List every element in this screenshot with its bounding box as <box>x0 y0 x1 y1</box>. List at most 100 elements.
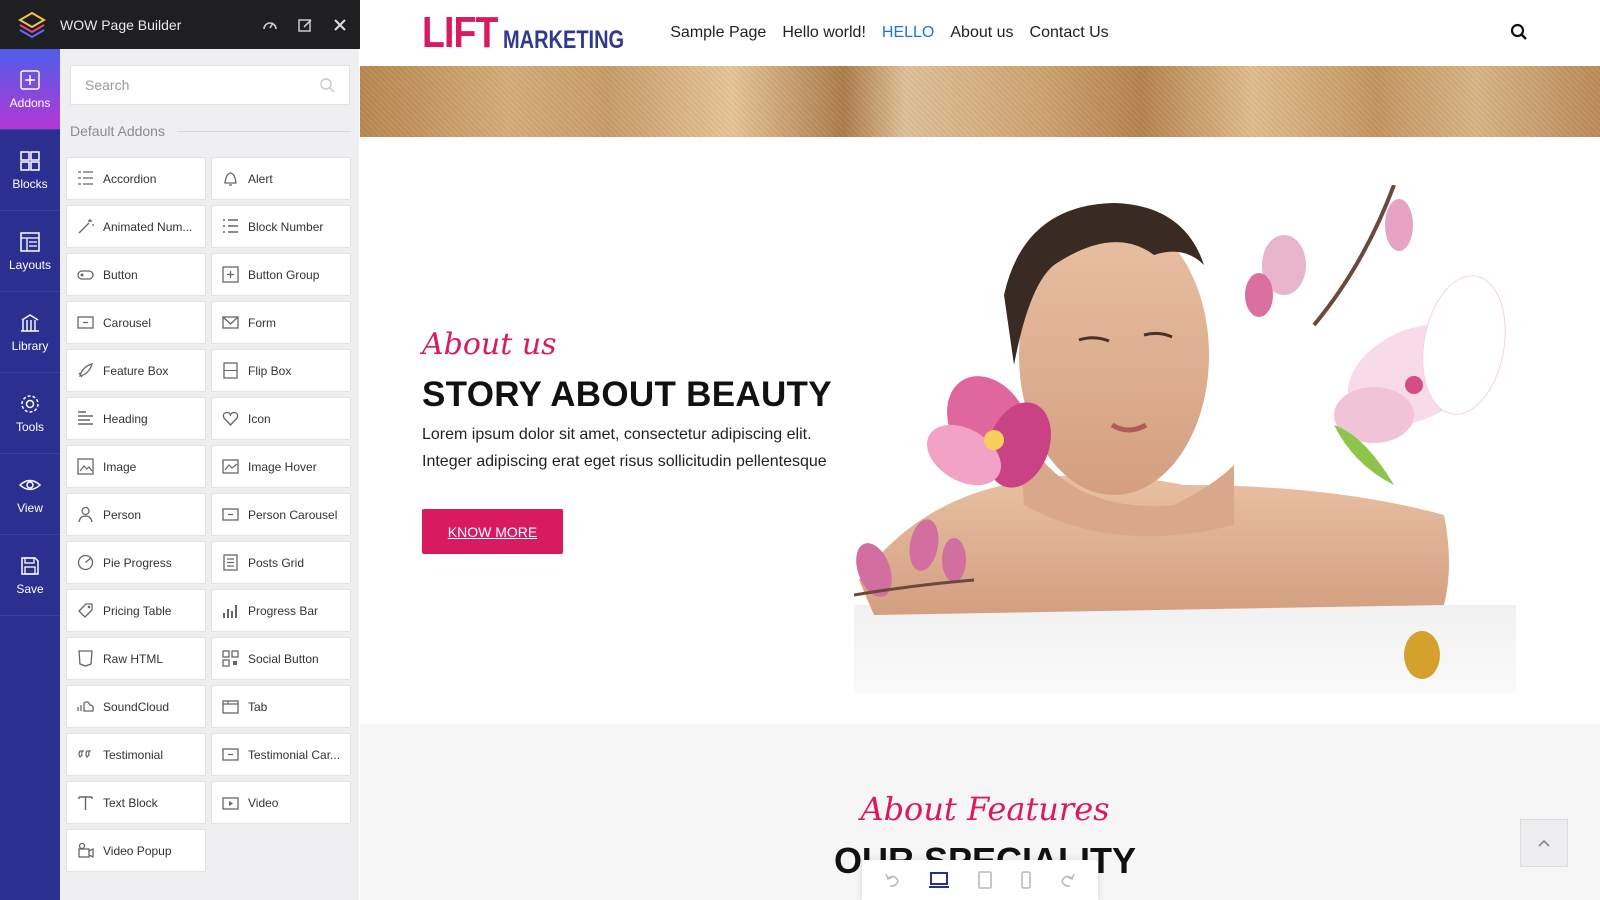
features-section: About Features OUR SPECIALITY <box>360 724 1600 900</box>
rail-tools[interactable]: Tools <box>0 373 60 454</box>
section-header: Default Addons <box>70 123 359 139</box>
rail-label: Save <box>16 581 44 596</box>
addon-raw-html[interactable]: Raw HTML <box>66 637 206 680</box>
tab-icon <box>221 697 240 716</box>
soundcloud-icon <box>76 697 95 716</box>
addon-label: Button Group <box>248 267 320 282</box>
image-hover-icon <box>221 457 240 476</box>
addon-pie-progress[interactable]: Pie Progress <box>66 541 206 584</box>
tablet-view-icon[interactable] <box>977 871 993 894</box>
rail-save[interactable]: Save <box>0 535 60 616</box>
addon-testimonial-car[interactable]: Testimonial Car... <box>211 733 351 776</box>
menu-item-about-us[interactable]: About us <box>950 24 1013 42</box>
qr-icon <box>221 649 240 668</box>
pie-icon <box>76 553 95 572</box>
rail-label: Blocks <box>12 176 48 191</box>
bars-icon <box>221 601 240 620</box>
addon-feature-box[interactable]: Feature Box <box>66 349 206 392</box>
search-input[interactable]: Search <box>70 65 350 105</box>
html5-icon <box>76 649 95 668</box>
addon-label: Form <box>248 315 276 330</box>
addon-progress-bar[interactable]: Progress Bar <box>211 589 351 632</box>
rail-layouts[interactable]: Layouts <box>0 211 60 292</box>
addon-testimonial[interactable]: Testimonial <box>66 733 206 776</box>
addon-label: Pie Progress <box>103 555 172 570</box>
rail-label: Library <box>11 338 49 353</box>
layouts-icon <box>20 231 40 252</box>
menu-item-contact-us[interactable]: Contact Us <box>1030 24 1109 42</box>
addons-grid: Accordion Alert Animated Num... Block Numbe… <box>66 157 359 872</box>
addon-label: Tab <box>248 699 268 714</box>
document-icon <box>221 553 240 572</box>
rail-label: Addons <box>9 95 51 110</box>
about-heading: STORY ABOUT BEAUTY <box>422 375 832 414</box>
redo-icon[interactable] <box>1059 871 1077 894</box>
addon-image-hover[interactable]: Image Hover <box>211 445 351 488</box>
know-more-button[interactable]: KNOW MORE <box>422 509 563 554</box>
device-toolbar <box>862 860 1098 900</box>
addon-text-block[interactable]: Text Block <box>66 781 206 824</box>
rail-addons[interactable]: Addons <box>0 49 60 130</box>
addon-pricing-table[interactable]: Pricing Table <box>66 589 206 632</box>
addon-animated-num[interactable]: Animated Num... <box>66 205 206 248</box>
edit-icon[interactable] <box>289 9 321 41</box>
rail-library[interactable]: Library <box>0 292 60 373</box>
flip-box-icon <box>221 361 240 380</box>
rail-view[interactable]: View <box>0 454 60 535</box>
addon-video-popup[interactable]: Video Popup <box>66 829 206 872</box>
desktop-view-icon[interactable] <box>928 871 950 894</box>
builder-rail: Addons Blocks Layouts Library Tools View… <box>0 49 60 900</box>
addon-alert[interactable]: Alert <box>211 157 351 200</box>
undo-icon[interactable] <box>883 871 901 894</box>
addon-flip-box[interactable]: Flip Box <box>211 349 351 392</box>
addon-tab[interactable]: Tab <box>211 685 351 728</box>
rail-label: Tools <box>15 419 44 434</box>
addon-button[interactable]: Button <box>66 253 206 296</box>
rail-blocks[interactable]: Blocks <box>0 130 60 211</box>
addon-form[interactable]: Form <box>211 301 351 344</box>
menu-item-hello-world[interactable]: Hello world! <box>782 24 866 42</box>
addon-heading[interactable]: Heading <box>66 397 206 440</box>
library-icon <box>21 313 39 332</box>
addon-video[interactable]: Video <box>211 781 351 824</box>
addon-image[interactable]: Image <box>66 445 206 488</box>
rocket-icon <box>76 361 95 380</box>
about-text-line1: Lorem ipsum dolor sit amet, consectetur … <box>422 426 812 443</box>
blocks-icon <box>20 150 40 171</box>
addon-icon[interactable]: Icon <box>211 397 351 440</box>
site-logo[interactable]: LIFT MARKETING <box>422 11 654 55</box>
addon-accordion[interactable]: Accordion <box>66 157 206 200</box>
addon-label: Text Block <box>103 795 158 810</box>
addon-person[interactable]: Person <box>66 493 206 536</box>
scroll-to-top-button[interactable] <box>1520 819 1568 867</box>
list-icon <box>76 169 95 188</box>
addon-posts-grid[interactable]: Posts Grid <box>211 541 351 584</box>
addon-person-carousel[interactable]: Person Carousel <box>211 493 351 536</box>
addon-label: SoundCloud <box>103 699 170 714</box>
banner-image <box>360 66 1600 137</box>
addon-social-button[interactable]: Social Button <box>211 637 351 680</box>
addon-carousel[interactable]: Carousel <box>66 301 206 344</box>
addon-label: Video Popup <box>103 843 172 858</box>
addon-button-group[interactable]: Button Group <box>211 253 351 296</box>
mobile-view-icon[interactable] <box>1020 871 1032 894</box>
addon-label: Testimonial Car... <box>248 747 341 762</box>
save-icon <box>21 556 39 575</box>
addon-label: Image Hover <box>248 459 317 474</box>
search-icon[interactable] <box>1510 23 1528 46</box>
menu-item-hello[interactable]: HELLO <box>882 24 934 42</box>
hero-woman-image <box>854 185 1516 693</box>
button-group-icon <box>221 265 240 284</box>
menu-item-sample-page[interactable]: Sample Page <box>670 24 766 42</box>
addon-soundcloud[interactable]: SoundCloud <box>66 685 206 728</box>
logo-part1: LIFT <box>422 8 498 57</box>
divider <box>176 130 351 132</box>
addon-label: Icon <box>248 411 271 426</box>
speedometer-icon[interactable] <box>254 9 286 41</box>
addon-label: Person <box>103 507 142 522</box>
page-canvas: LIFT MARKETING Sample Page Hello world! HE… <box>360 0 1600 900</box>
addon-block-number[interactable]: Block Number <box>211 205 351 248</box>
numbered-list-icon <box>221 217 240 236</box>
close-icon[interactable] <box>324 9 356 41</box>
addon-label: Flip Box <box>248 363 292 378</box>
